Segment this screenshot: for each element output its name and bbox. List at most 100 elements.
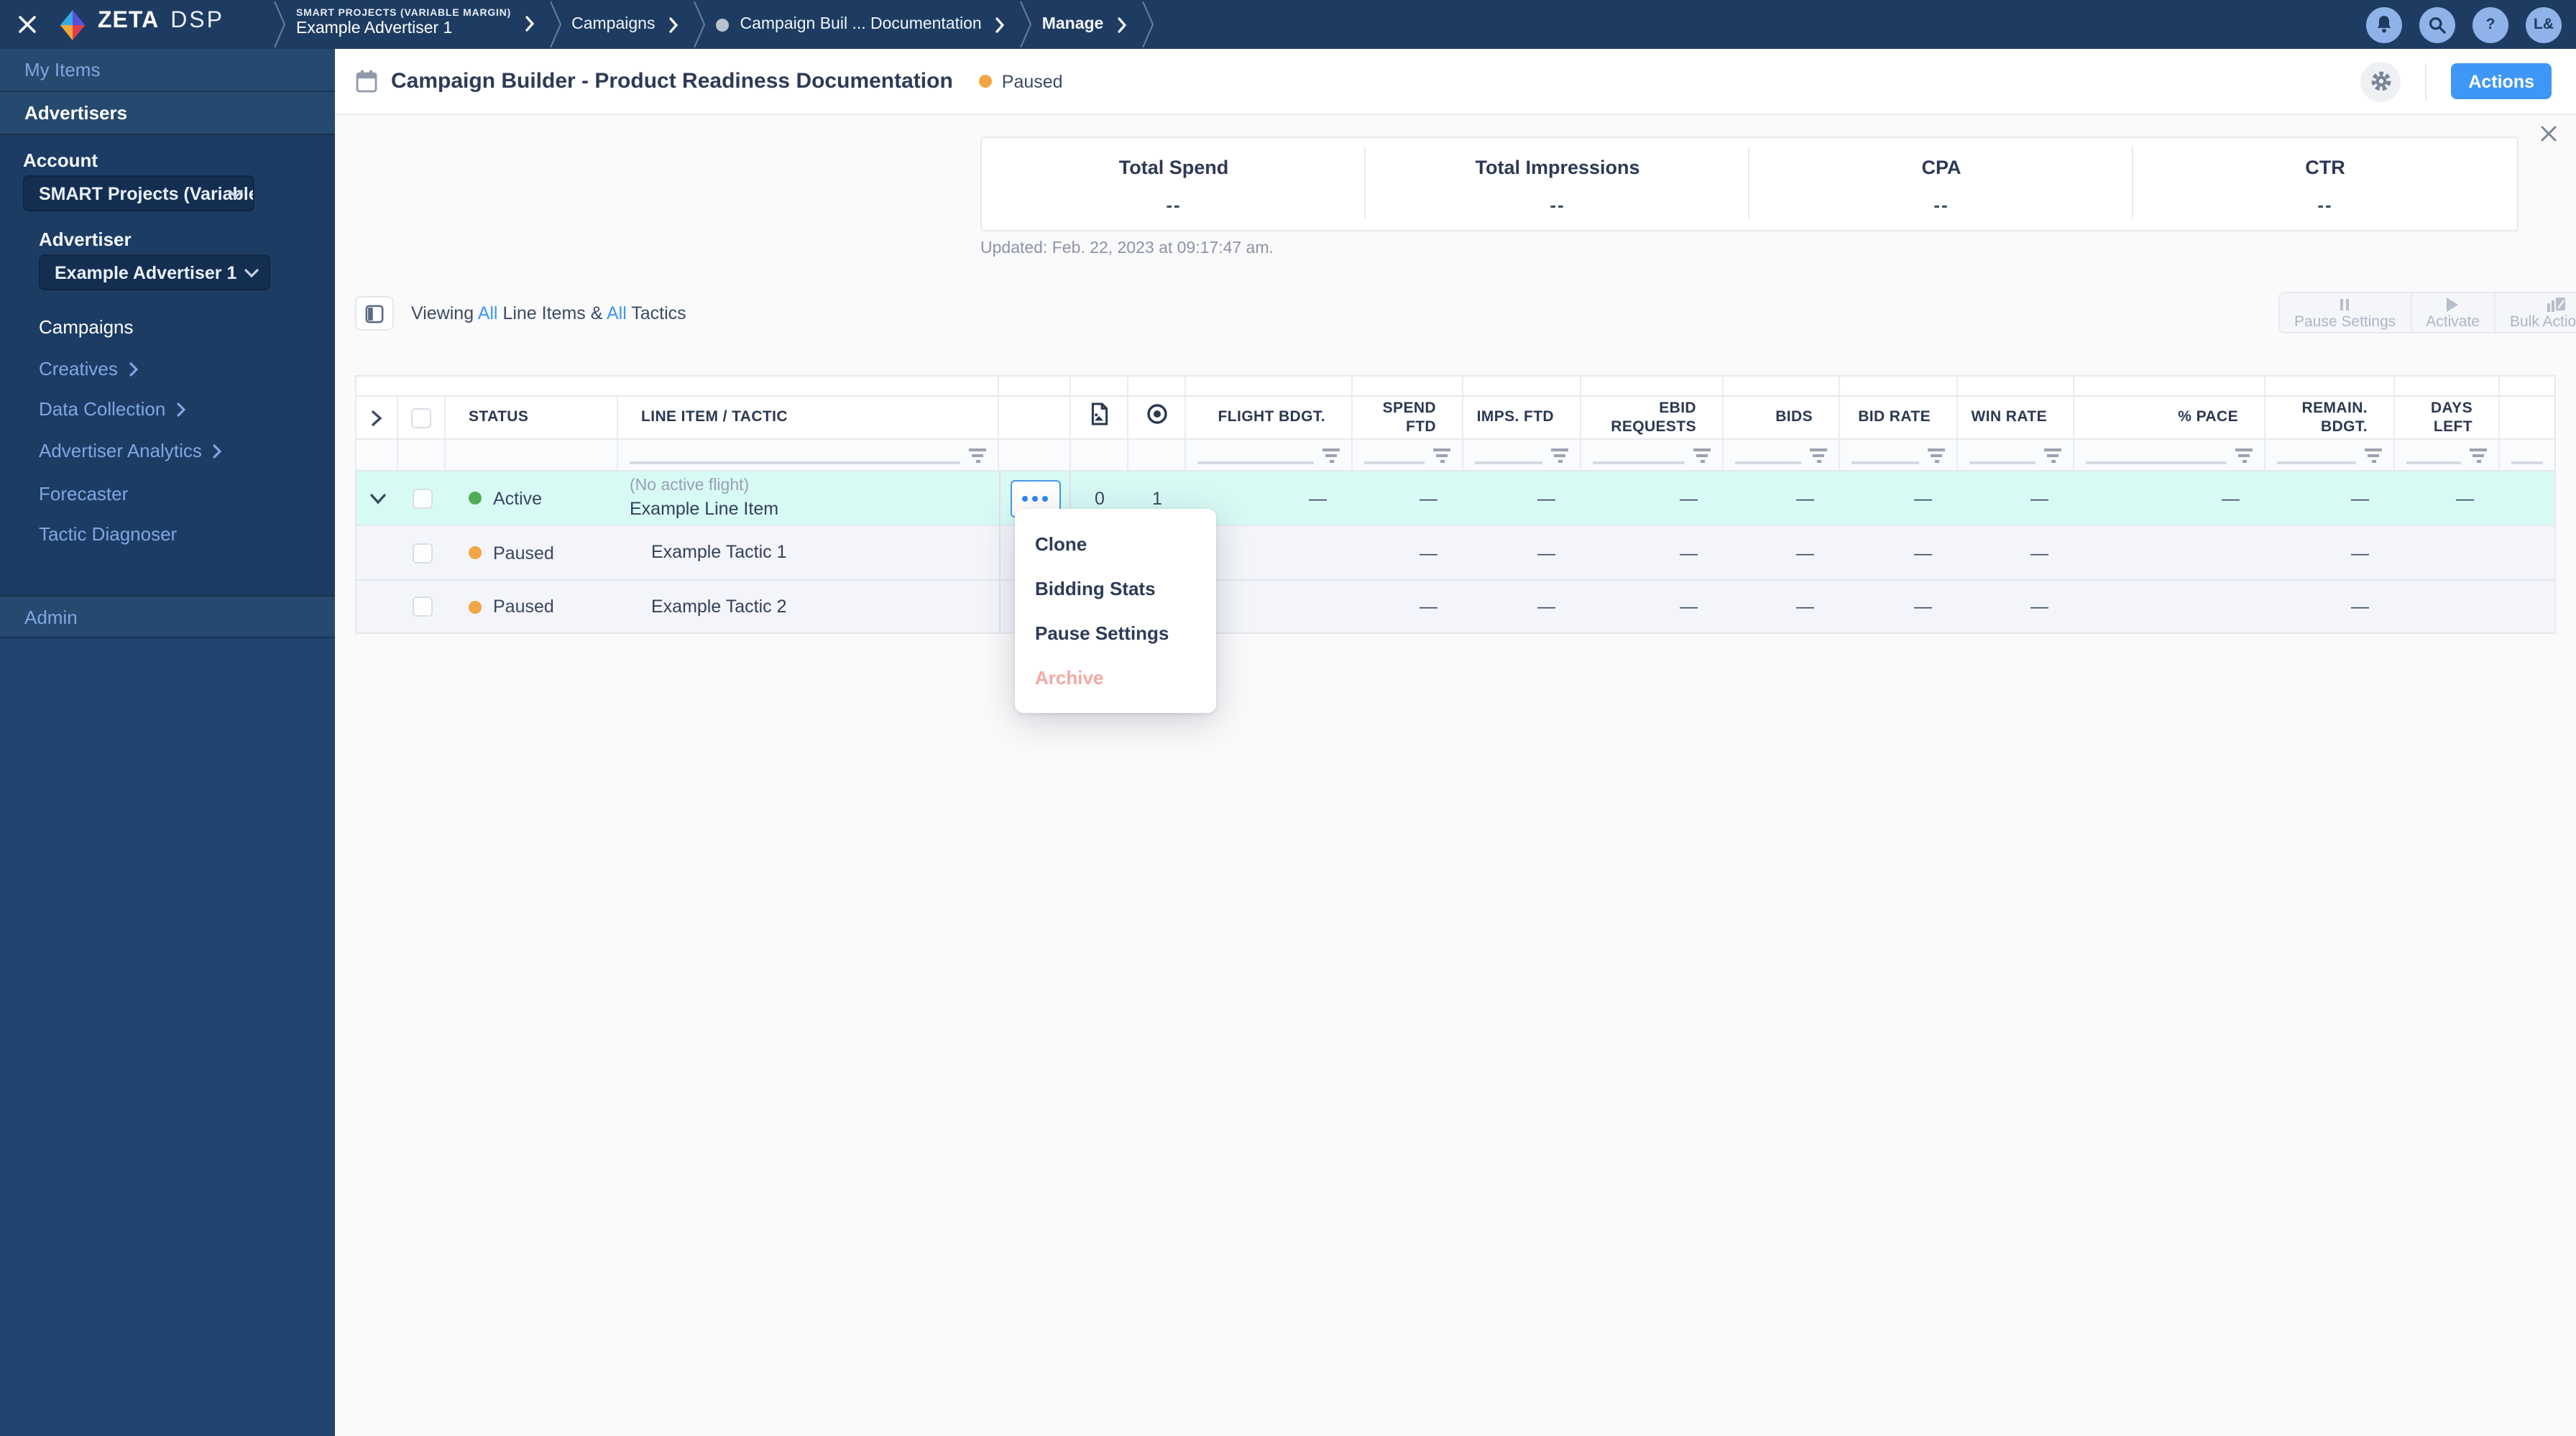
- filter-input[interactable]: [1197, 461, 1314, 464]
- filter-input[interactable]: [2406, 461, 2461, 464]
- close-sidebar-icon[interactable]: [17, 14, 37, 34]
- stat-value: --: [2317, 194, 2333, 216]
- sidebar-item-admin[interactable]: Admin: [0, 597, 335, 638]
- bulk-actions-group: Pause Settings Activate Bulk Action: [2278, 292, 2576, 333]
- column-header-name[interactable]: LINE ITEM / TACTIC: [618, 397, 999, 438]
- pause-settings-button[interactable]: Pause Settings: [2280, 293, 2412, 332]
- filter-input[interactable]: [1364, 461, 1425, 464]
- filter-input[interactable]: [1735, 461, 1801, 464]
- chevron-right-icon: [1117, 17, 1126, 32]
- account-select[interactable]: SMART Projects (Variable M...: [23, 175, 254, 211]
- cell-winrate: —: [1958, 581, 2074, 632]
- stat-label: CPA: [1921, 157, 1961, 178]
- filter-icon[interactable]: [1433, 448, 1450, 462]
- bulk-action-label: Bulk Action: [2510, 313, 2576, 330]
- column-header-flight[interactable]: FLIGHT BDGT.: [1186, 397, 1353, 438]
- all-line-items-link[interactable]: All: [478, 303, 498, 323]
- sidebar-item-forecaster[interactable]: Forecaster: [39, 483, 128, 505]
- sidebar-item-tactic-diagnoser[interactable]: Tactic Diagnoser: [39, 523, 177, 545]
- row-checkbox[interactable]: [412, 597, 432, 617]
- cell-value: —: [1309, 488, 1327, 508]
- row-expander[interactable]: [356, 471, 398, 525]
- filter-icon[interactable]: [1693, 448, 1711, 462]
- row-checkbox[interactable]: [412, 488, 432, 508]
- filter-icon[interactable]: [969, 448, 986, 462]
- column-header-days[interactable]: DAYS LEFT: [2395, 397, 2500, 438]
- breadcrumb-campaigns[interactable]: Campaigns: [571, 16, 678, 33]
- menu-item-pause-settings[interactable]: Pause Settings: [1015, 612, 1216, 655]
- actions-button[interactable]: Actions: [2451, 63, 2552, 99]
- menu-item-clone[interactable]: Clone: [1015, 522, 1216, 565]
- column-header-bidrate[interactable]: BID RATE: [1840, 397, 1958, 438]
- stats-panel-close-icon[interactable]: [2539, 124, 2559, 144]
- sidebar-item-my-items[interactable]: My Items: [0, 49, 335, 92]
- column-header-remain[interactable]: REMAIN. BDGT.: [2266, 397, 2395, 438]
- cell-value: —: [1680, 488, 1698, 508]
- filter-icon[interactable]: [2365, 448, 2382, 462]
- filter-input[interactable]: [630, 461, 960, 464]
- search-button[interactable]: [2419, 6, 2455, 42]
- filter-input[interactable]: [1969, 461, 2036, 464]
- filter-cell-bids: [1724, 440, 1840, 470]
- account-label: Account: [23, 149, 98, 171]
- filter-input[interactable]: [1475, 461, 1542, 464]
- filter-icon[interactable]: [1810, 448, 1827, 462]
- help-button[interactable]: ?: [2472, 6, 2508, 42]
- menu-item-bidding-stats[interactable]: Bidding Stats: [1015, 567, 1216, 610]
- column-header-bids[interactable]: BIDS: [1724, 397, 1840, 438]
- avatar[interactable]: L&: [2526, 6, 2562, 42]
- page-header: Campaign Builder - Product Readiness Doc…: [335, 49, 2576, 115]
- breadcrumb-manage[interactable]: Manage: [1042, 16, 1127, 33]
- sidebar: My Items Advertisers Account SMART Proje…: [0, 49, 335, 1436]
- column-header-status[interactable]: STATUS: [446, 397, 618, 438]
- stat-label: Total Impressions: [1475, 157, 1640, 178]
- breadcrumb-campaign[interactable]: Campaign Buil ... Documentation: [715, 16, 1004, 33]
- activate-button[interactable]: Activate: [2411, 293, 2496, 332]
- chevron-right-icon: [995, 17, 1004, 32]
- select-all-checkbox[interactable]: [411, 408, 431, 428]
- app-root: ZETA DSP SMART PROJECTS (VARIABLE MARGIN…: [0, 0, 2576, 1436]
- filter-icon[interactable]: [1322, 448, 1340, 462]
- filter-icon[interactable]: [1551, 448, 1568, 462]
- settings-button[interactable]: [2360, 61, 2401, 101]
- filter-input[interactable]: [1852, 461, 1919, 464]
- cell-remain: —: [2266, 526, 2395, 579]
- sidebar-item-advertisers[interactable]: Advertisers: [0, 92, 335, 135]
- sidebar-item-creatives[interactable]: Creatives: [39, 358, 138, 379]
- column-header-targets[interactable]: [1128, 397, 1186, 438]
- column-settings-button[interactable]: [355, 296, 394, 331]
- column-header-ebid[interactable]: EBID REQUESTS: [1581, 397, 1724, 438]
- filter-icon[interactable]: [2235, 448, 2253, 462]
- breadcrumb-advertiser[interactable]: SMART PROJECTS (VARIABLE MARGIN) Example…: [296, 9, 534, 40]
- column-header-pace[interactable]: % PACE: [2074, 397, 2266, 438]
- filter-input[interactable]: [2511, 461, 2543, 464]
- row-checkbox[interactable]: [412, 543, 432, 563]
- stat-value: --: [1550, 194, 1565, 216]
- breadcrumb-separator-icon: [1019, 1, 1031, 47]
- filter-icon[interactable]: [1928, 448, 1945, 462]
- stat-cpa: CPA --: [1749, 138, 2133, 230]
- column-header-spend[interactable]: SPEND FTD: [1353, 397, 1463, 438]
- all-tactics-link[interactable]: All: [607, 303, 627, 323]
- sidebar-item-campaigns[interactable]: Campaigns: [39, 316, 134, 338]
- filter-input[interactable]: [1593, 461, 1685, 464]
- notifications-button[interactable]: [2366, 6, 2402, 42]
- sidebar-item-advertiser-analytics[interactable]: Advertiser Analytics: [39, 440, 222, 461]
- column-header-creatives[interactable]: [1071, 397, 1128, 438]
- cell-ebid: —: [1581, 471, 1724, 525]
- advertiser-select[interactable]: Example Advertiser 1: [39, 254, 270, 290]
- filter-input[interactable]: [2277, 461, 2356, 464]
- viewing-suffix: Tactics: [626, 303, 686, 323]
- sidebar-item-data-collection[interactable]: Data Collection: [39, 398, 186, 420]
- expand-all-chevron-icon[interactable]: [356, 397, 398, 438]
- bulk-action-button[interactable]: Bulk Action: [2496, 293, 2576, 332]
- column-header-imps[interactable]: IMPS. FTD: [1463, 397, 1581, 438]
- filter-icon[interactable]: [2044, 448, 2061, 462]
- filter-icon[interactable]: [2470, 448, 2487, 462]
- column-header-winrate[interactable]: WIN RATE: [1958, 397, 2074, 438]
- cell-spend: —: [1353, 581, 1463, 632]
- filter-input[interactable]: [2086, 461, 2227, 464]
- cell-bidrate: —: [1840, 581, 1958, 632]
- stat-label: CTR: [2305, 157, 2345, 178]
- column-header-label: % PACE: [2178, 408, 2238, 425]
